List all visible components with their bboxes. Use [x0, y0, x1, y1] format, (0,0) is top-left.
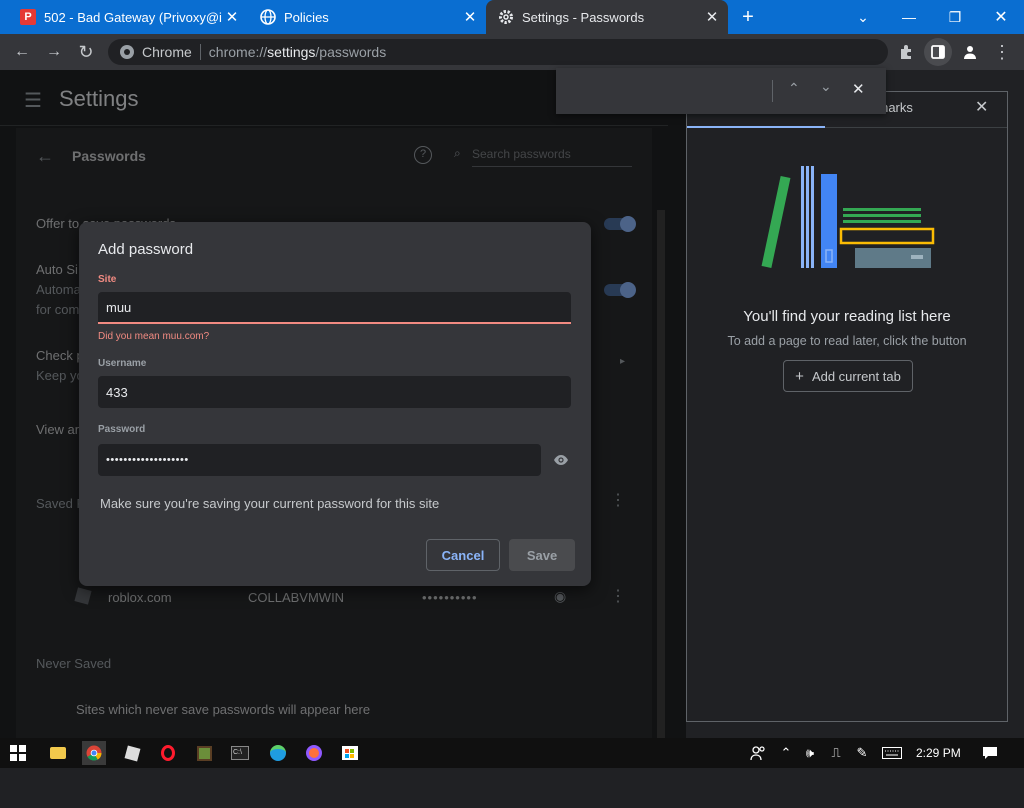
plus-icon: + [795, 367, 804, 385]
site-value: muu [106, 299, 132, 315]
restore-button[interactable]: ❐ [932, 0, 978, 34]
divider [825, 127, 1007, 128]
gear-icon [498, 9, 514, 25]
forward-button[interactable]: → [40, 38, 68, 66]
close-icon[interactable]: ✕ [702, 8, 722, 26]
url-text: chrome://settings/passwords [208, 44, 387, 60]
windows-taskbar: C:\ ⌃ 🕪 ⎍ ✎ 2:29 PM [0, 738, 1024, 768]
store-icon[interactable] [340, 743, 360, 763]
username-value: 433 [106, 384, 128, 400]
back-button[interactable]: ← [8, 38, 36, 66]
tab-title: Settings - Passwords [522, 9, 645, 25]
file-explorer-icon[interactable] [48, 743, 68, 763]
find-bar: ⌃ ⌄ ✕ [556, 68, 886, 114]
close-icon[interactable]: ✕ [222, 8, 242, 26]
close-window-button[interactable]: ✕ [978, 0, 1024, 34]
reading-list-heading: You'll find your reading list here [743, 308, 951, 325]
password-value: ••••••••••••••••••• [106, 454, 189, 466]
cancel-button[interactable]: Cancel [426, 539, 500, 571]
reload-button[interactable]: ↻ [72, 38, 100, 66]
address-bar[interactable]: Chrome chrome://settings/passwords [108, 39, 888, 65]
password-input[interactable]: ••••••••••••••••••• [98, 444, 541, 476]
tab-strip: P 502 - Bad Gateway (Privoxy@ipv ✕ Polic… [0, 0, 1024, 34]
add-current-tab-button[interactable]: + Add current tab [783, 360, 913, 392]
save-button[interactable]: Save [509, 539, 575, 571]
dialog-title: Add password [98, 241, 194, 258]
menu-icon[interactable]: ⋮ [988, 38, 1016, 66]
volume-icon[interactable]: 🕪 [800, 743, 820, 763]
dialog-note: Make sure you're saving your current pas… [100, 496, 440, 511]
show-hidden-icons-icon[interactable]: ⌃ [776, 743, 796, 763]
chrome-icon [119, 44, 135, 63]
divider [199, 44, 201, 60]
new-tab-button[interactable]: + [730, 0, 766, 34]
windows-start-icon[interactable] [8, 743, 28, 763]
firefox-icon[interactable] [304, 743, 324, 763]
tab-search-icon[interactable]: ⌄ [840, 0, 886, 34]
reading-list-side-panel: kmarks ✕ You'll find your reading list h… [686, 91, 1008, 722]
close-icon[interactable]: ✕ [460, 8, 480, 26]
notifications-icon[interactable] [980, 743, 1000, 763]
privoxy-icon: P [20, 9, 36, 25]
site-label: Site [98, 274, 117, 285]
tab-policies[interactable]: Policies ✕ [248, 0, 486, 34]
close-find-bar-icon[interactable]: ✕ [852, 80, 865, 98]
tab-title: 502 - Bad Gateway (Privoxy@ipv [44, 9, 222, 25]
show-password-eye-icon[interactable] [553, 453, 569, 472]
people-icon[interactable] [748, 743, 768, 763]
reading-list-illustration-icon [761, 166, 935, 269]
find-previous-icon[interactable]: ⌃ [788, 80, 800, 97]
network-icon[interactable]: ⎍ [826, 743, 846, 763]
chrome-taskbar-icon[interactable] [82, 741, 106, 765]
site-hint: Did you mean muu.com? [98, 331, 210, 342]
opera-icon[interactable] [158, 743, 178, 763]
password-label: Password [98, 424, 146, 435]
edge-icon[interactable] [268, 743, 288, 763]
username-input[interactable]: 433 [98, 376, 571, 408]
site-input[interactable]: muu [98, 292, 571, 324]
divider [772, 80, 773, 102]
add-current-tab-label: Add current tab [811, 368, 901, 384]
clock-time[interactable]: 2:29 PM [916, 746, 961, 760]
globe-icon [260, 9, 276, 25]
profile-avatar-icon[interactable] [956, 38, 984, 66]
extensions-icon[interactable] [892, 38, 920, 66]
username-label: Username [98, 358, 147, 369]
side-panel-icon[interactable] [924, 38, 952, 66]
command-prompt-icon[interactable]: C:\ [230, 743, 250, 763]
tab-settings-passwords[interactable]: Settings - Passwords ✕ [486, 0, 728, 34]
close-side-panel-icon[interactable]: ✕ [975, 97, 988, 117]
find-next-icon[interactable]: ⌄ [820, 78, 832, 95]
tab-title: Policies [284, 9, 329, 25]
roblox-icon[interactable] [122, 743, 142, 763]
add-password-dialog: Add password Site muu Did you mean muu.c… [79, 222, 591, 586]
keyboard-icon[interactable] [882, 743, 902, 763]
tab-bad-gateway[interactable]: P 502 - Bad Gateway (Privoxy@ipv ✕ [8, 0, 248, 34]
site-label: Chrome [142, 44, 192, 60]
active-tab-indicator [687, 126, 825, 128]
minimize-button[interactable]: — [886, 0, 932, 34]
minecraft-icon[interactable] [194, 743, 214, 763]
reading-list-subtext: To add a page to read later, click the b… [727, 334, 967, 348]
pen-icon[interactable]: ✎ [852, 743, 872, 763]
